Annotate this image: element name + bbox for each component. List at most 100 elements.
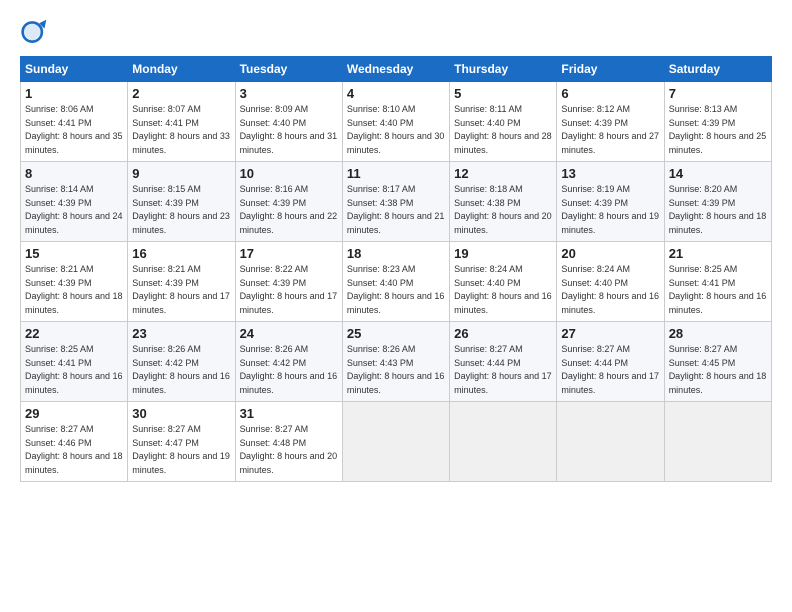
calendar-cell: 25 Sunrise: 8:26 AMSunset: 4:43 PMDaylig… — [342, 322, 449, 402]
calendar-cell: 27 Sunrise: 8:27 AMSunset: 4:44 PMDaylig… — [557, 322, 664, 402]
calendar-cell: 16 Sunrise: 8:21 AMSunset: 4:39 PMDaylig… — [128, 242, 235, 322]
day-info: Sunrise: 8:21 AMSunset: 4:39 PMDaylight:… — [132, 264, 230, 315]
calendar-cell — [557, 402, 664, 482]
calendar-cell: 26 Sunrise: 8:27 AMSunset: 4:44 PMDaylig… — [450, 322, 557, 402]
calendar-cell: 9 Sunrise: 8:15 AMSunset: 4:39 PMDayligh… — [128, 162, 235, 242]
day-number: 12 — [454, 166, 552, 181]
calendar-cell: 5 Sunrise: 8:11 AMSunset: 4:40 PMDayligh… — [450, 82, 557, 162]
day-info: Sunrise: 8:12 AMSunset: 4:39 PMDaylight:… — [561, 104, 659, 155]
calendar-cell — [342, 402, 449, 482]
day-number: 26 — [454, 326, 552, 341]
day-number: 27 — [561, 326, 659, 341]
day-number: 14 — [669, 166, 767, 181]
calendar-cell: 15 Sunrise: 8:21 AMSunset: 4:39 PMDaylig… — [21, 242, 128, 322]
calendar-week-row: 22 Sunrise: 8:25 AMSunset: 4:41 PMDaylig… — [21, 322, 772, 402]
calendar-cell: 2 Sunrise: 8:07 AMSunset: 4:41 PMDayligh… — [128, 82, 235, 162]
calendar-cell: 14 Sunrise: 8:20 AMSunset: 4:39 PMDaylig… — [664, 162, 771, 242]
calendar-cell: 21 Sunrise: 8:25 AMSunset: 4:41 PMDaylig… — [664, 242, 771, 322]
day-number: 16 — [132, 246, 230, 261]
day-number: 11 — [347, 166, 445, 181]
day-info: Sunrise: 8:27 AMSunset: 4:46 PMDaylight:… — [25, 424, 123, 475]
logo-icon — [20, 18, 48, 46]
calendar-week-row: 1 Sunrise: 8:06 AMSunset: 4:41 PMDayligh… — [21, 82, 772, 162]
day-number: 3 — [240, 86, 338, 101]
calendar-week-row: 29 Sunrise: 8:27 AMSunset: 4:46 PMDaylig… — [21, 402, 772, 482]
calendar-week-row: 8 Sunrise: 8:14 AMSunset: 4:39 PMDayligh… — [21, 162, 772, 242]
day-info: Sunrise: 8:21 AMSunset: 4:39 PMDaylight:… — [25, 264, 123, 315]
calendar-cell: 20 Sunrise: 8:24 AMSunset: 4:40 PMDaylig… — [557, 242, 664, 322]
calendar-cell: 24 Sunrise: 8:26 AMSunset: 4:42 PMDaylig… — [235, 322, 342, 402]
day-number: 17 — [240, 246, 338, 261]
day-info: Sunrise: 8:26 AMSunset: 4:42 PMDaylight:… — [240, 344, 338, 395]
calendar-cell: 28 Sunrise: 8:27 AMSunset: 4:45 PMDaylig… — [664, 322, 771, 402]
calendar-cell: 30 Sunrise: 8:27 AMSunset: 4:47 PMDaylig… — [128, 402, 235, 482]
day-info: Sunrise: 8:13 AMSunset: 4:39 PMDaylight:… — [669, 104, 767, 155]
day-info: Sunrise: 8:06 AMSunset: 4:41 PMDaylight:… — [25, 104, 123, 155]
day-info: Sunrise: 8:10 AMSunset: 4:40 PMDaylight:… — [347, 104, 445, 155]
calendar-cell: 10 Sunrise: 8:16 AMSunset: 4:39 PMDaylig… — [235, 162, 342, 242]
day-info: Sunrise: 8:25 AMSunset: 4:41 PMDaylight:… — [669, 264, 767, 315]
day-number: 19 — [454, 246, 552, 261]
day-info: Sunrise: 8:17 AMSunset: 4:38 PMDaylight:… — [347, 184, 445, 235]
day-number: 1 — [25, 86, 123, 101]
day-info: Sunrise: 8:27 AMSunset: 4:48 PMDaylight:… — [240, 424, 338, 475]
day-number: 24 — [240, 326, 338, 341]
day-info: Sunrise: 8:19 AMSunset: 4:39 PMDaylight:… — [561, 184, 659, 235]
calendar-cell: 4 Sunrise: 8:10 AMSunset: 4:40 PMDayligh… — [342, 82, 449, 162]
day-number: 25 — [347, 326, 445, 341]
day-info: Sunrise: 8:11 AMSunset: 4:40 PMDaylight:… — [454, 104, 552, 155]
calendar-cell: 6 Sunrise: 8:12 AMSunset: 4:39 PMDayligh… — [557, 82, 664, 162]
header — [20, 18, 772, 46]
calendar-cell: 17 Sunrise: 8:22 AMSunset: 4:39 PMDaylig… — [235, 242, 342, 322]
day-number: 13 — [561, 166, 659, 181]
day-info: Sunrise: 8:14 AMSunset: 4:39 PMDaylight:… — [25, 184, 123, 235]
calendar-cell: 12 Sunrise: 8:18 AMSunset: 4:38 PMDaylig… — [450, 162, 557, 242]
weekday-header: Tuesday — [235, 57, 342, 82]
weekday-header: Sunday — [21, 57, 128, 82]
weekday-header: Wednesday — [342, 57, 449, 82]
calendar-cell: 31 Sunrise: 8:27 AMSunset: 4:48 PMDaylig… — [235, 402, 342, 482]
day-info: Sunrise: 8:26 AMSunset: 4:42 PMDaylight:… — [132, 344, 230, 395]
day-number: 6 — [561, 86, 659, 101]
logo — [20, 18, 52, 46]
calendar-cell — [664, 402, 771, 482]
day-info: Sunrise: 8:24 AMSunset: 4:40 PMDaylight:… — [454, 264, 552, 315]
page: SundayMondayTuesdayWednesdayThursdayFrid… — [0, 0, 792, 494]
calendar-cell: 29 Sunrise: 8:27 AMSunset: 4:46 PMDaylig… — [21, 402, 128, 482]
calendar-cell: 19 Sunrise: 8:24 AMSunset: 4:40 PMDaylig… — [450, 242, 557, 322]
weekday-header: Friday — [557, 57, 664, 82]
day-info: Sunrise: 8:18 AMSunset: 4:38 PMDaylight:… — [454, 184, 552, 235]
calendar-cell: 18 Sunrise: 8:23 AMSunset: 4:40 PMDaylig… — [342, 242, 449, 322]
calendar-cell: 3 Sunrise: 8:09 AMSunset: 4:40 PMDayligh… — [235, 82, 342, 162]
calendar-cell: 22 Sunrise: 8:25 AMSunset: 4:41 PMDaylig… — [21, 322, 128, 402]
calendar-cell: 13 Sunrise: 8:19 AMSunset: 4:39 PMDaylig… — [557, 162, 664, 242]
day-info: Sunrise: 8:27 AMSunset: 4:45 PMDaylight:… — [669, 344, 767, 395]
day-number: 22 — [25, 326, 123, 341]
day-number: 20 — [561, 246, 659, 261]
weekday-header: Monday — [128, 57, 235, 82]
day-number: 23 — [132, 326, 230, 341]
calendar-cell: 8 Sunrise: 8:14 AMSunset: 4:39 PMDayligh… — [21, 162, 128, 242]
day-number: 29 — [25, 406, 123, 421]
day-number: 4 — [347, 86, 445, 101]
calendar-cell: 1 Sunrise: 8:06 AMSunset: 4:41 PMDayligh… — [21, 82, 128, 162]
day-number: 30 — [132, 406, 230, 421]
day-number: 18 — [347, 246, 445, 261]
weekday-header: Thursday — [450, 57, 557, 82]
calendar-table: SundayMondayTuesdayWednesdayThursdayFrid… — [20, 56, 772, 482]
day-number: 5 — [454, 86, 552, 101]
day-info: Sunrise: 8:27 AMSunset: 4:44 PMDaylight:… — [454, 344, 552, 395]
day-number: 9 — [132, 166, 230, 181]
calendar-cell — [450, 402, 557, 482]
day-info: Sunrise: 8:27 AMSunset: 4:44 PMDaylight:… — [561, 344, 659, 395]
day-number: 10 — [240, 166, 338, 181]
day-number: 8 — [25, 166, 123, 181]
day-info: Sunrise: 8:07 AMSunset: 4:41 PMDaylight:… — [132, 104, 230, 155]
day-number: 15 — [25, 246, 123, 261]
day-info: Sunrise: 8:23 AMSunset: 4:40 PMDaylight:… — [347, 264, 445, 315]
day-info: Sunrise: 8:24 AMSunset: 4:40 PMDaylight:… — [561, 264, 659, 315]
day-info: Sunrise: 8:22 AMSunset: 4:39 PMDaylight:… — [240, 264, 338, 315]
day-info: Sunrise: 8:16 AMSunset: 4:39 PMDaylight:… — [240, 184, 338, 235]
day-info: Sunrise: 8:15 AMSunset: 4:39 PMDaylight:… — [132, 184, 230, 235]
calendar-cell: 7 Sunrise: 8:13 AMSunset: 4:39 PMDayligh… — [664, 82, 771, 162]
